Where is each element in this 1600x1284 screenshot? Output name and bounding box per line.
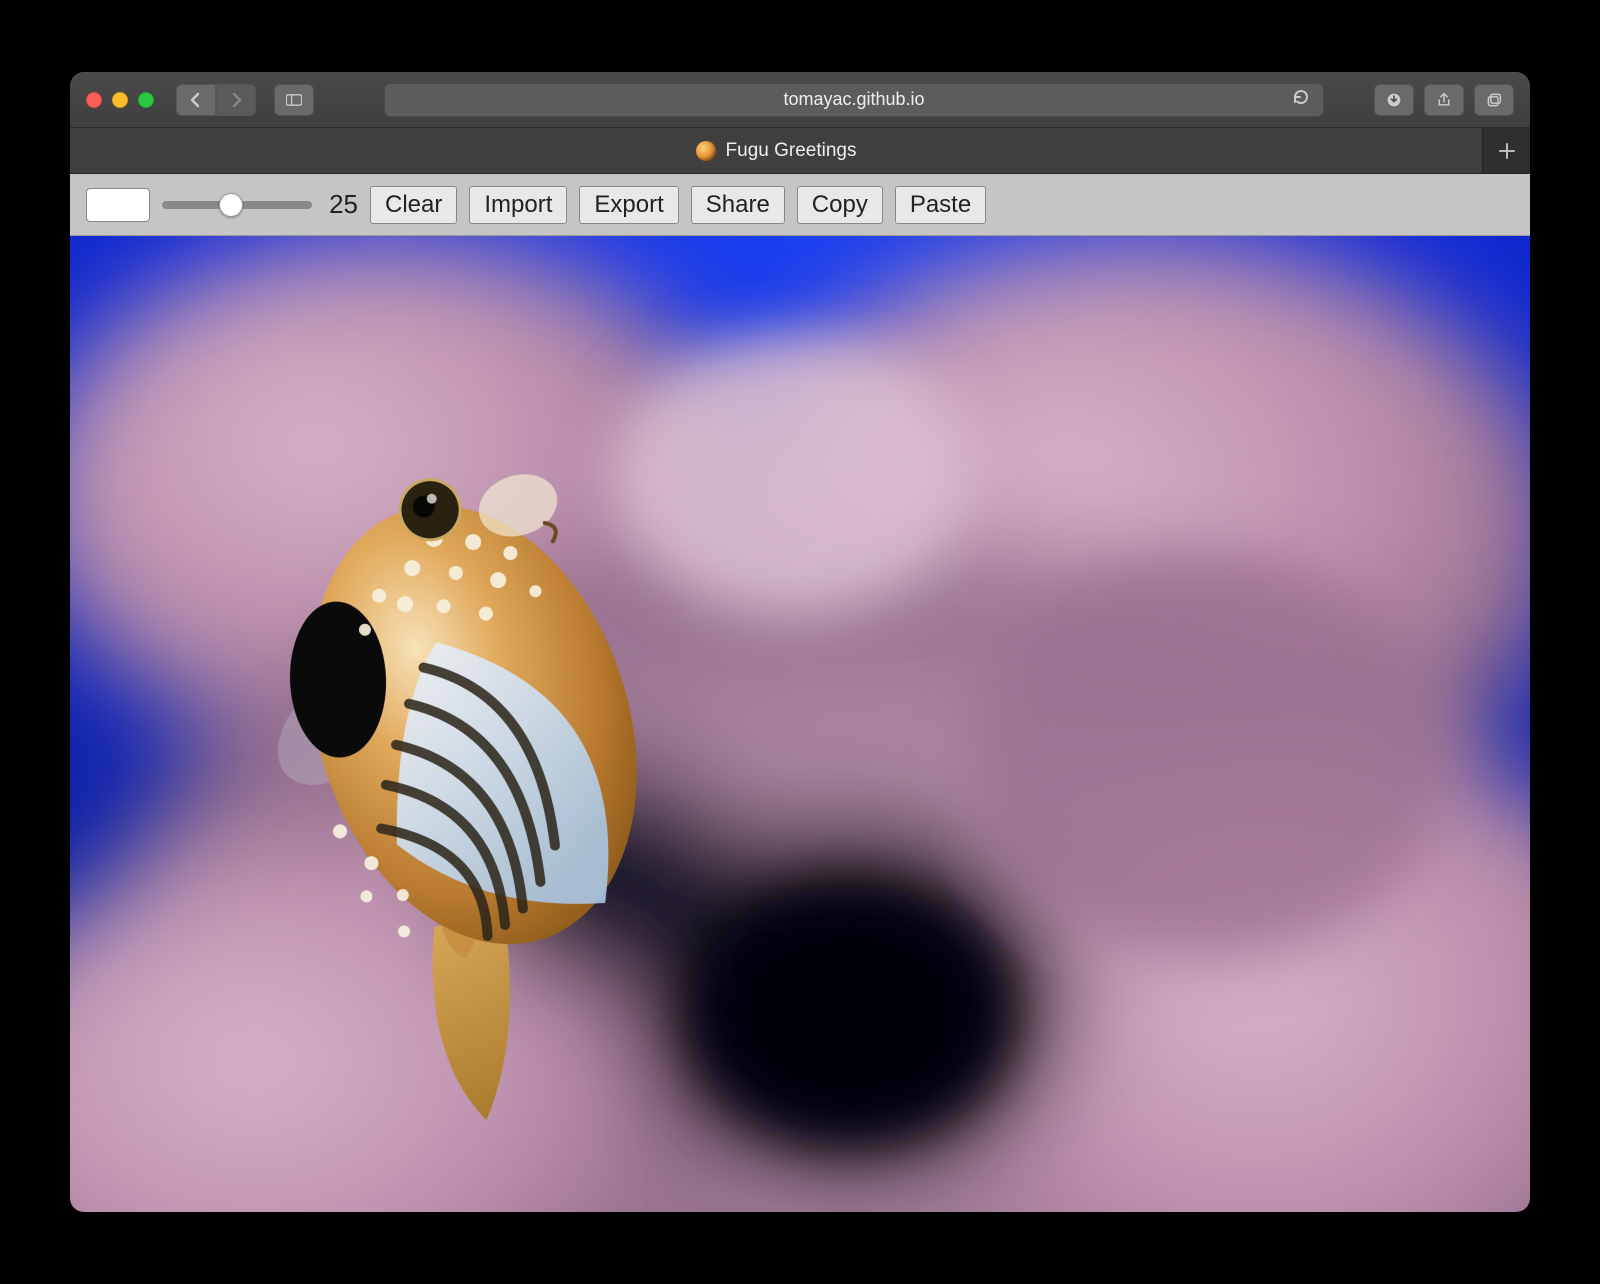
tab-title: Fugu Greetings <box>726 140 857 162</box>
downloads-button[interactable] <box>1374 84 1414 116</box>
export-button[interactable]: Export <box>579 186 678 224</box>
forward-button[interactable] <box>216 84 256 116</box>
app-toolbar: 25 Clear Import Export Share Copy Paste <box>70 174 1530 236</box>
paste-button[interactable]: Paste <box>895 186 986 224</box>
fugu-favicon-icon <box>696 141 716 161</box>
new-tab-button[interactable] <box>1482 128 1530 173</box>
active-tab[interactable]: Fugu Greetings <box>70 128 1482 173</box>
nav-back-forward <box>176 84 256 116</box>
share-app-button[interactable]: Share <box>691 186 785 224</box>
close-window-button[interactable] <box>86 92 102 108</box>
copy-button[interactable]: Copy <box>797 186 883 224</box>
sidebar-toggle-button[interactable] <box>274 84 314 116</box>
titlebar-right-controls <box>1374 84 1514 116</box>
clear-button[interactable]: Clear <box>370 186 457 224</box>
minimize-window-button[interactable] <box>112 92 128 108</box>
drawing-canvas[interactable] <box>70 236 1530 1212</box>
canvas-image <box>70 236 1530 1212</box>
import-button[interactable]: Import <box>469 186 567 224</box>
browser-window: tomayac.github.io Fugu Greetings <box>70 72 1530 1212</box>
tab-bar: Fugu Greetings <box>70 128 1530 174</box>
tabs-overview-button[interactable] <box>1474 84 1514 116</box>
share-button[interactable] <box>1424 84 1464 116</box>
zoom-window-button[interactable] <box>138 92 154 108</box>
color-picker[interactable] <box>86 188 150 222</box>
reload-icon[interactable] <box>1291 87 1311 112</box>
titlebar: tomayac.github.io <box>70 72 1530 128</box>
url-text: tomayac.github.io <box>783 89 924 110</box>
brush-size-value: 25 <box>324 189 358 220</box>
traffic-lights <box>86 92 154 108</box>
back-button[interactable] <box>176 84 216 116</box>
address-bar[interactable]: tomayac.github.io <box>384 83 1324 117</box>
brush-size-slider[interactable] <box>162 201 312 209</box>
